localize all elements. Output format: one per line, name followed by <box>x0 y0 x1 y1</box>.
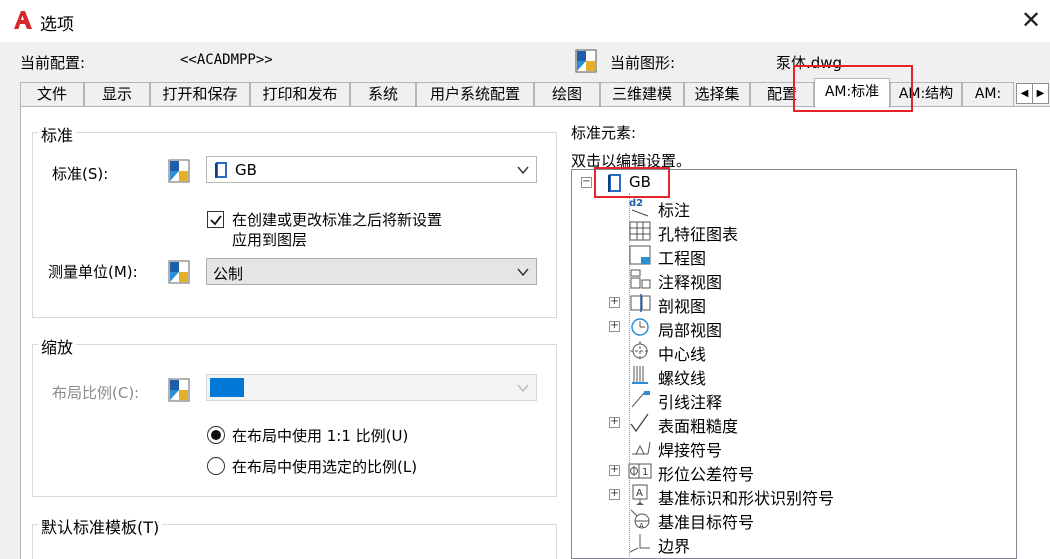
tab-display[interactable]: 显示 <box>84 82 150 106</box>
tab-scroll-left-icon[interactable]: ◀ <box>1016 83 1033 104</box>
svg-text:1: 1 <box>642 467 648 478</box>
section-view-icon <box>630 294 651 312</box>
autocad-logo-icon <box>14 11 32 29</box>
layout-scale-label: 布局比例(C): <box>52 384 140 402</box>
tree-item-datum-target[interactable]: A 基准目标符号 <box>628 507 928 532</box>
dimension-icon: d2 <box>629 198 649 217</box>
tree-item-section-view[interactable]: 剖视图 <box>628 291 928 316</box>
apply-to-layers-label-line1: 在创建或更改标准之后将新设置 <box>232 211 443 229</box>
svg-text:A: A <box>639 522 644 530</box>
radio-use-selected-scale[interactable] <box>207 457 225 475</box>
standard-cube-icon <box>168 159 190 183</box>
drawing-standard-icon <box>575 49 597 73</box>
tab-am-more[interactable]: AM: <box>962 82 1014 106</box>
current-profile-label: 当前配置: <box>20 54 86 72</box>
standard-select[interactable]: GB <box>206 156 537 183</box>
tree-item-annotation-view[interactable]: 注释视图 <box>628 267 928 292</box>
chevron-down-icon <box>517 268 529 277</box>
close-button[interactable]: ✕ <box>1018 8 1044 34</box>
layout-scale-value: 1:1 <box>210 378 244 397</box>
tab-plot-publish[interactable]: 打印和发布 <box>250 82 350 106</box>
gdt-frame-icon: 1 <box>628 463 652 479</box>
apply-to-layers-label-line2: 应用到图层 <box>232 231 308 249</box>
tree-item-border[interactable]: 边界 <box>628 531 928 556</box>
standard-label: 标准(S): <box>52 165 109 183</box>
template-group-title: 默认标准模板(T) <box>38 514 163 538</box>
expand-section-view-icon[interactable]: + <box>609 297 620 308</box>
current-drawing-label: 当前图形: <box>610 54 676 72</box>
tree-item-gdt[interactable]: 1 形位公差符号 <box>628 459 928 484</box>
tree-item-datum-identifier[interactable]: A 基准标识和形状识别符号 <box>628 483 928 508</box>
layout-scale-select[interactable]: 1:1 <box>206 374 537 401</box>
current-profile-value: <<ACADMPP>> <box>180 52 273 68</box>
chevron-down-icon <box>517 384 529 393</box>
surface-texture-icon <box>630 413 649 433</box>
expand-detail-view-icon[interactable]: + <box>609 321 620 332</box>
expand-surface-texture-icon[interactable]: + <box>609 417 620 428</box>
units-select-value: 公制 <box>213 265 244 283</box>
expand-gdt-icon[interactable]: + <box>609 465 620 476</box>
hole-chart-icon <box>629 221 651 241</box>
svg-text:A: A <box>636 488 643 499</box>
standard-cube-icon <box>168 260 190 284</box>
radio-use-1to1[interactable] <box>207 426 225 444</box>
tree-item-leader-note[interactable]: 引线注释 <box>628 387 928 412</box>
datum-identifier-icon: A <box>632 484 648 505</box>
annotation-view-icon <box>630 269 651 289</box>
detail-view-icon <box>631 318 649 336</box>
tree-item-drawing[interactable]: 工程图 <box>628 243 928 268</box>
tab-scroll-right-icon[interactable]: ▶ <box>1032 83 1049 104</box>
tree-item-surface-texture[interactable]: 表面粗糙度 <box>628 411 928 436</box>
tree-item-weld-symbol[interactable]: 焊接符号 <box>628 435 928 460</box>
title-bar: 选项 ✕ <box>0 0 1050 42</box>
thread-icon <box>632 366 648 384</box>
gb-book-icon <box>215 162 227 178</box>
drawing-sheet-icon <box>629 245 651 265</box>
highlight-gb-root <box>594 167 670 198</box>
units-label: 测量单位(M): <box>48 263 138 281</box>
standard-group-title: 标准 <box>38 122 77 146</box>
svg-text:d2: d2 <box>629 198 643 209</box>
tree-item-hole-chart[interactable]: 孔特征图表 <box>628 219 928 244</box>
tab-selection[interactable]: 选择集 <box>684 82 750 106</box>
tab-files[interactable]: 文件 <box>20 82 84 106</box>
tree-item-detail-view[interactable]: 局部视图 <box>628 315 928 340</box>
radio-use-selected-scale-label: 在布局中使用选定的比例(L) <box>232 458 418 476</box>
border-icon <box>629 534 650 553</box>
tree-item-thread[interactable]: 螺纹线 <box>628 363 928 388</box>
collapse-root-icon[interactable]: − <box>581 177 592 188</box>
window-title: 选项 <box>40 15 74 35</box>
chevron-down-icon <box>517 166 529 175</box>
standard-cube-icon <box>168 378 190 402</box>
tab-system[interactable]: 系统 <box>350 82 416 106</box>
datum-target-icon: A <box>630 509 650 530</box>
expand-datum-id-icon[interactable]: + <box>609 489 620 500</box>
apply-to-layers-checkbox[interactable] <box>207 211 224 228</box>
scale-group-title: 缩放 <box>38 334 77 358</box>
highlight-am-standard-tab <box>793 65 913 112</box>
tree-item-centerline[interactable]: 中心线 <box>628 339 928 364</box>
units-select[interactable]: 公制 <box>206 258 537 285</box>
tab-open-save[interactable]: 打开和保存 <box>150 82 250 106</box>
weld-symbol-icon <box>632 441 651 455</box>
standard-select-value: GB <box>235 161 257 179</box>
elements-title: 标准元素: <box>571 124 637 142</box>
tab-drafting[interactable]: 绘图 <box>534 82 600 106</box>
radio-use-1to1-label: 在布局中使用 1:1 比例(U) <box>232 427 409 445</box>
tab-3d-modeling[interactable]: 三维建模 <box>600 82 684 106</box>
tree-item-dimension[interactable]: d2 标注 <box>628 195 928 220</box>
centerline-icon <box>630 341 650 361</box>
leader-icon <box>631 391 650 408</box>
checkmark-icon <box>210 215 222 226</box>
tab-user-preferences[interactable]: 用户系统配置 <box>416 82 534 106</box>
